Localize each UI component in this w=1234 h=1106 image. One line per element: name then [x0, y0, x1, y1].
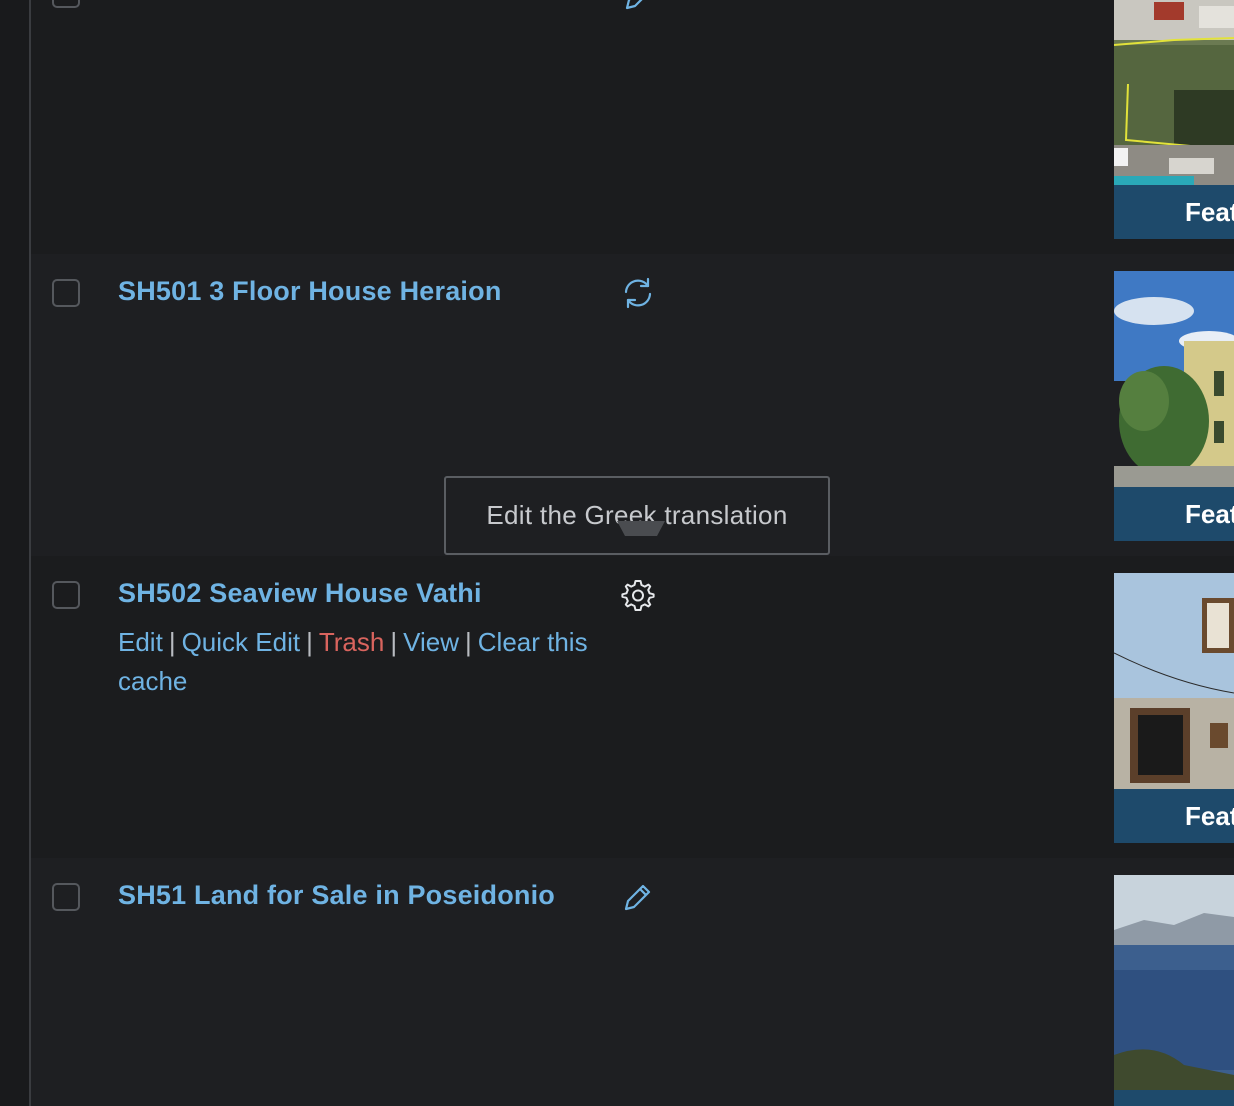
featured-thumbnail[interactable]: Feat — [1114, 0, 1234, 239]
edit-link[interactable]: Edit — [118, 627, 163, 657]
table-row: SH51 Land for Sale in Poseidonio — [31, 858, 1234, 1106]
trash-link[interactable]: Trash — [319, 627, 385, 657]
separator: | — [465, 627, 472, 657]
thumbnail-image — [1114, 0, 1234, 185]
pencil-icon[interactable] — [621, 0, 655, 14]
post-title-link[interactable]: SH51 Land for Sale in Poseidonio — [118, 880, 555, 911]
sync-icon[interactable] — [621, 276, 655, 310]
featured-label: Feat — [1114, 487, 1234, 541]
tooltip-arrow — [617, 521, 665, 536]
quick-edit-link[interactable]: Quick Edit — [182, 627, 301, 657]
pencil-icon[interactable] — [621, 880, 655, 914]
translation-tooltip: Edit the Greek translation — [444, 476, 830, 555]
left-rail — [0, 0, 31, 1106]
row-actions: Edit | Quick Edit | Trash | View | Clear this ca… — [118, 623, 588, 701]
table-row: SH502 Seaview House Vathi Edit | Quick Edi… — [31, 556, 1234, 858]
view-link[interactable]: View — [403, 627, 459, 657]
featured-thumbnail[interactable] — [1114, 875, 1234, 1106]
row-checkbox[interactable] — [52, 581, 80, 609]
gear-icon[interactable] — [621, 578, 655, 612]
featured-label: Feat — [1114, 789, 1234, 843]
separator: | — [306, 627, 313, 657]
separator: | — [390, 627, 398, 657]
thumbnail-image — [1114, 271, 1234, 487]
post-title-link[interactable]: SH502 Seaview House Vathi — [118, 578, 482, 609]
thumbnail-image — [1114, 875, 1234, 1106]
thumbnail-image — [1114, 573, 1234, 789]
separator: | — [168, 627, 176, 657]
featured-thumbnail[interactable]: Feat — [1114, 271, 1234, 541]
post-title-link[interactable]: SH501 3 Floor House Heraion — [118, 276, 502, 307]
table-row: Feat — [31, 0, 1234, 254]
featured-label: Feat — [1114, 185, 1234, 239]
row-checkbox[interactable] — [52, 883, 80, 911]
row-checkbox[interactable] — [52, 279, 80, 307]
featured-thumbnail[interactable]: Feat — [1114, 573, 1234, 843]
row-checkbox[interactable] — [52, 0, 80, 8]
